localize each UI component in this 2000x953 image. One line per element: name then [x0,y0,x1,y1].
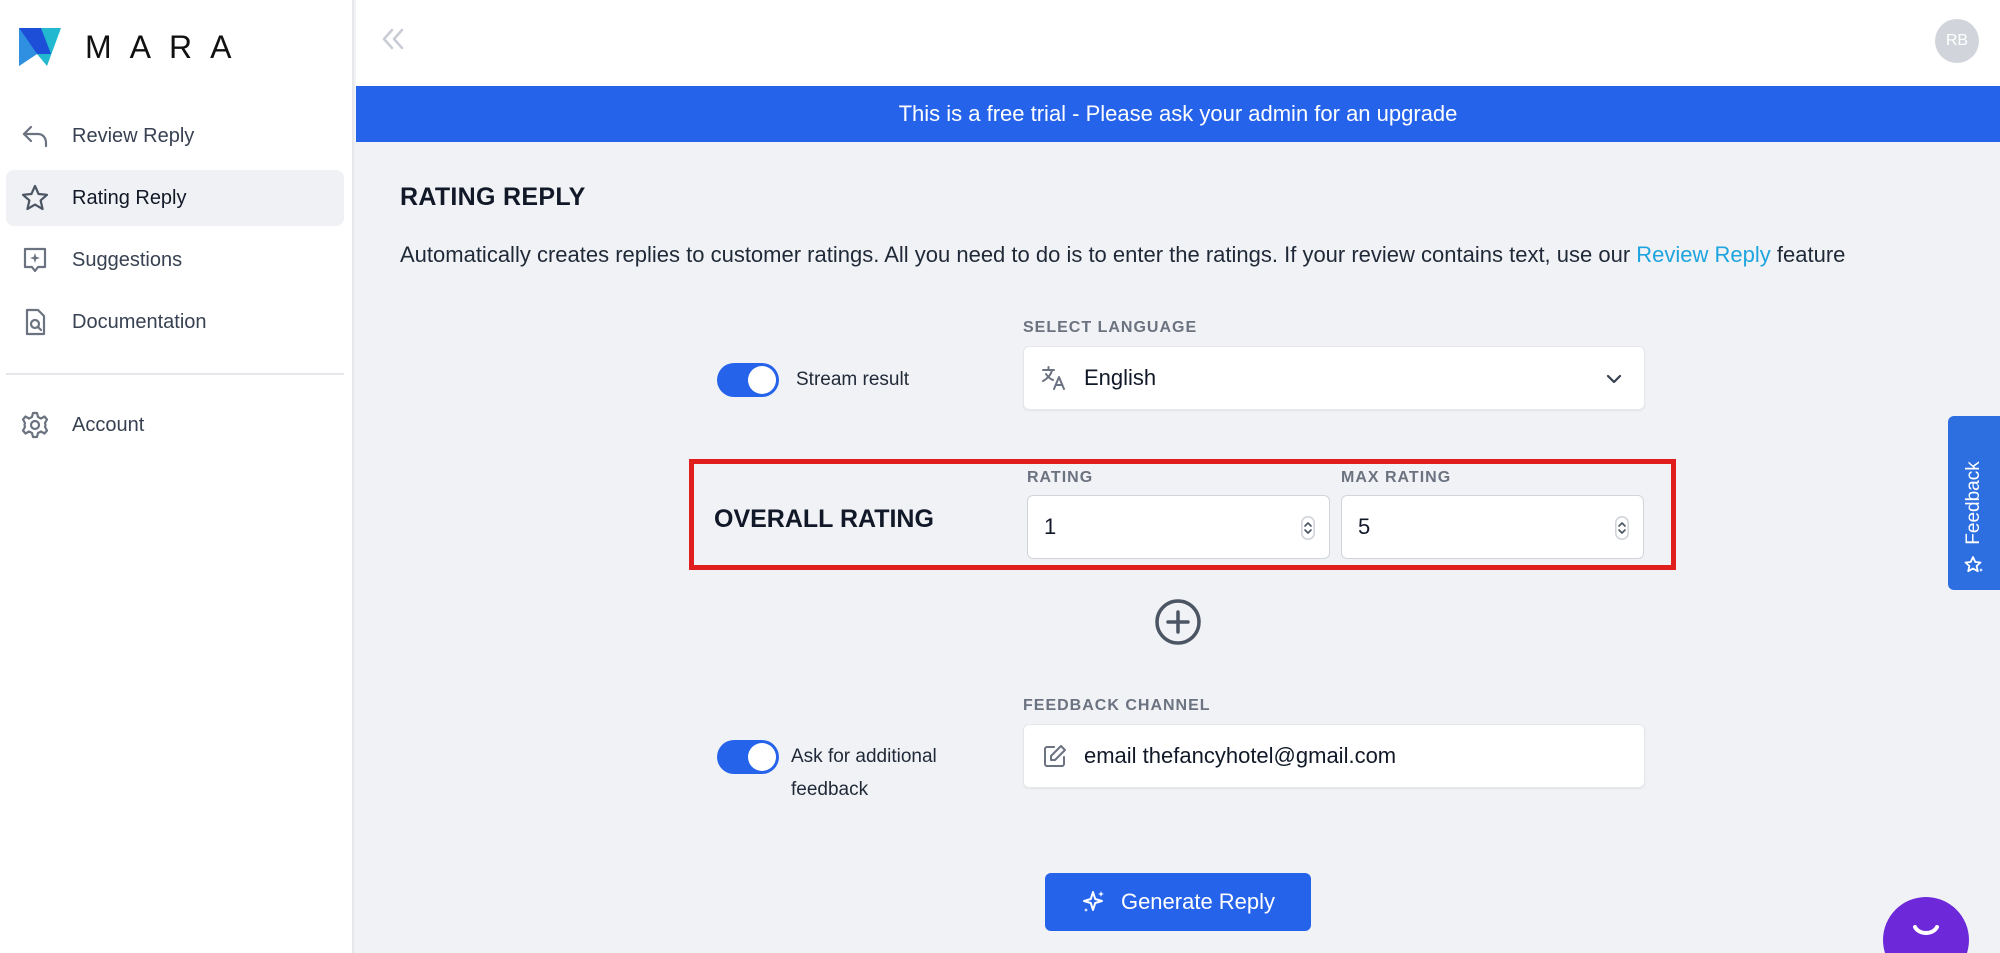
sidebar-item-label: Suggestions [72,248,183,271]
sparkle-note-icon [20,245,50,275]
sidebar-item-documentation[interactable]: Documentation [6,294,344,350]
logo[interactable]: MARA [17,24,249,70]
language-value: English [1084,365,1157,390]
reply-arrow-icon [20,121,50,151]
sidebar-item-rating-reply[interactable]: Rating Reply [6,170,344,226]
select-language-label: SELECT LANGUAGE [1023,319,1198,336]
spinner-arrows-icon[interactable] [1615,516,1629,540]
sidebar-item-account[interactable]: Account [6,397,344,453]
description-suffix: feature [1770,242,1846,267]
feedback-channel-input[interactable]: email thefancyhotel@gmail.com [1023,724,1645,788]
chat-face-icon [1913,925,1939,935]
gear-icon [20,410,50,440]
document-search-icon [20,307,50,337]
review-reply-link[interactable]: Review Reply [1636,242,1771,267]
max-rating-value: 5 [1358,514,1371,539]
additional-feedback-label: Ask for additional feedback [791,740,937,806]
description-text: Automatically creates replies to custome… [400,242,1637,267]
rating-input[interactable]: 1 [1027,495,1330,559]
toggle-knob [748,743,776,771]
stream-result-toggle[interactable] [717,363,779,397]
chat-widget-button[interactable] [1883,897,1969,953]
overall-rating-label: OVERALL RATING [714,505,934,533]
sidebar-item-label: Rating Reply [72,186,187,209]
sidebar-item-label: Account [72,413,145,436]
stream-result-label: Stream result [796,369,909,390]
sidebar-item-label: Documentation [72,310,207,333]
chevron-down-icon [1606,374,1622,384]
edit-icon [1044,745,1066,767]
double-chevron-left-icon[interactable] [376,22,410,56]
logo-text: MARA [85,28,250,65]
sidebar: MARA Review Reply Rating Reply Suggestio… [0,0,354,953]
rating-label: RATING [1027,469,1094,486]
feedback-channel-value: email thefancyhotel@gmail.com [1084,743,1397,768]
star-sparkle-icon [1964,556,1983,573]
additional-feedback-label-line1: Ask for additional [791,746,937,767]
sparkle-icon [1082,891,1104,912]
max-rating-input[interactable]: 5 [1341,495,1644,559]
sidebar-item-suggestions[interactable]: Suggestions [6,232,344,288]
rating-value: 1 [1044,514,1057,539]
feedback-tab-label: Feedback [1963,461,1984,545]
mara-logo-icon [19,28,61,66]
additional-feedback-toggle[interactable] [717,740,779,774]
top-bar: RB [356,0,2000,86]
translate-icon [1042,366,1065,390]
additional-feedback-label-line2: feedback [791,779,869,800]
generate-reply-button[interactable]: Generate Reply [1045,873,1311,931]
star-icon [20,183,50,213]
generate-reply-label: Generate Reply [1120,889,1276,914]
page-title: RATING REPLY [400,183,586,211]
avatar[interactable]: RB [1935,19,1979,63]
feedback-channel-label: FEEDBACK CHANNEL [1023,697,1211,714]
trial-banner: This is a free trial - Please ask your a… [356,86,2000,142]
spinner-arrows-icon[interactable] [1301,516,1315,540]
page-description: Automatically creates replies to custome… [400,242,1845,268]
sidebar-item-label: Review Reply [72,124,195,147]
sidebar-divider [6,373,344,375]
feedback-side-tab[interactable]: Feedback [1948,416,2000,590]
plus-circle-icon[interactable] [1154,598,1202,646]
toggle-knob [748,366,776,394]
max-rating-label: MAX RATING [1341,469,1452,486]
language-select[interactable]: English [1023,346,1645,410]
sidebar-item-review-reply[interactable]: Review Reply [6,108,344,164]
